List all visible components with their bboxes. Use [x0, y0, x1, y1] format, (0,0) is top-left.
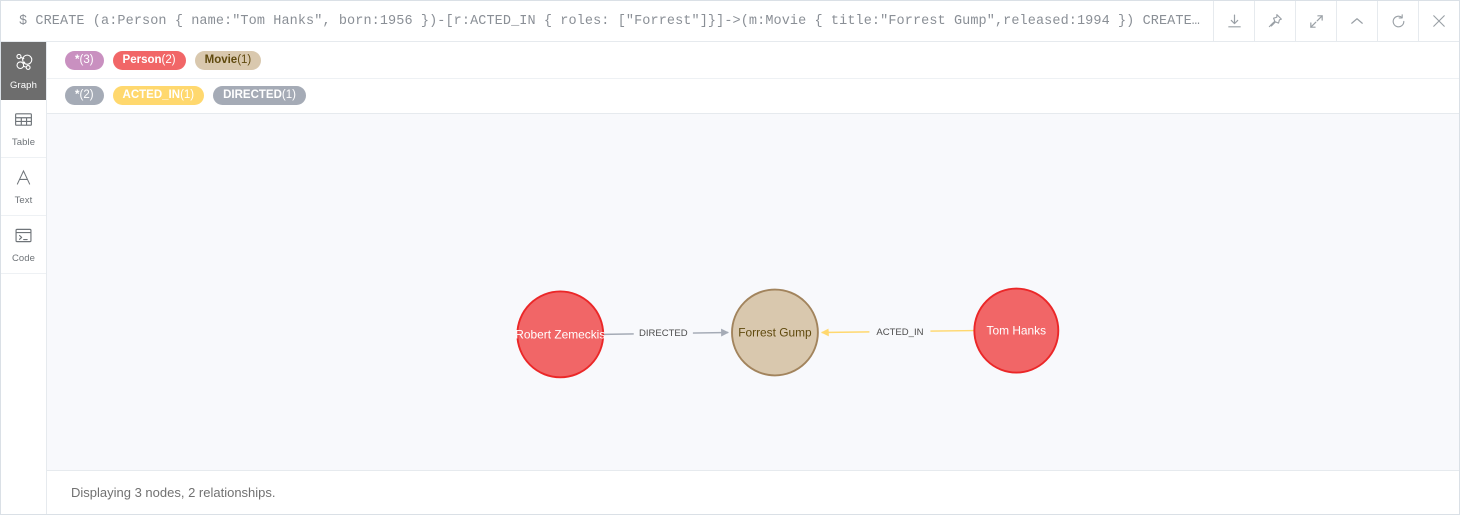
- chip-count: (2): [161, 54, 176, 66]
- node-label-row: * (3) Person (2) Movie (1): [47, 48, 1459, 73]
- download-button[interactable]: [1213, 1, 1254, 41]
- node-label-chip-movie[interactable]: Movie (1): [194, 51, 262, 71]
- sidebar-item-graph[interactable]: Graph: [1, 42, 46, 100]
- relationship-type-row: * (2) ACTED_IN (1) DIRECTED (1): [47, 78, 1459, 108]
- chip-count: (1): [180, 89, 195, 102]
- sidebar-item-label: Table: [11, 137, 36, 149]
- graph-legend: * (3) Person (2) Movie (1) * (2) ACTED_IN (1): [47, 42, 1459, 115]
- node-circle: [516, 290, 605, 379]
- rel-type-chip-directed[interactable]: DIRECTED (1): [213, 86, 306, 106]
- refresh-icon: [1390, 13, 1407, 30]
- chevron-up-icon: [1348, 12, 1366, 30]
- relationship-label-bg: [633, 325, 693, 341]
- graph-node-forrest-gump[interactable]: Forrest Gump: [731, 288, 819, 377]
- query-text: $ CREATE (a:Person { name:"Tom Hanks", b…: [19, 13, 1205, 29]
- chip-label: ACTED_IN: [122, 89, 181, 102]
- sidebar-item-label: Graph: [10, 79, 37, 91]
- result-toolbar: [1213, 1, 1459, 41]
- chip-count: (1): [281, 89, 296, 102]
- sidebar-item-label: Code: [11, 253, 36, 265]
- graph-status-bar: Displaying 3 nodes, 2 relationships.: [47, 470, 1459, 514]
- sidebar-item-table[interactable]: Table: [1, 100, 46, 158]
- chip-count: (2): [79, 89, 94, 102]
- status-text: Displaying 3 nodes, 2 relationships.: [71, 485, 276, 500]
- expand-icon: [1308, 13, 1325, 30]
- sidebar-item-code[interactable]: Code: [1, 216, 46, 274]
- chip-count: (1): [237, 54, 252, 66]
- result-body: Graph Table Text Code * (3) Person (2) M…: [1, 42, 1459, 514]
- expand-button[interactable]: [1295, 1, 1336, 41]
- text-icon: [13, 167, 34, 193]
- table-icon: [13, 109, 34, 135]
- refresh-button[interactable]: [1377, 1, 1418, 41]
- query-display[interactable]: $ CREATE (a:Person { name:"Tom Hanks", b…: [1, 1, 1213, 41]
- rel-type-chip-all[interactable]: * (2): [65, 86, 104, 106]
- node-circle: [731, 288, 819, 377]
- relationship-acted-in[interactable]: ACTED_IN: [820, 324, 975, 340]
- graph-view: * (3) Person (2) Movie (1) * (2) ACTED_IN (1): [47, 42, 1459, 514]
- graph-canvas[interactable]: DIRECTED ACTED_IN Robert Zemeckis Forres…: [47, 114, 1459, 470]
- download-icon: [1226, 13, 1243, 30]
- pin-button[interactable]: [1254, 1, 1295, 41]
- close-button[interactable]: [1418, 1, 1459, 41]
- chip-label: Person: [122, 54, 162, 66]
- relationship-label-bg: [869, 324, 931, 340]
- code-icon: [13, 225, 34, 251]
- chip-label: Movie: [204, 54, 238, 66]
- node-label-chip-all[interactable]: * (3): [65, 51, 104, 71]
- view-sidebar: Graph Table Text Code: [1, 42, 47, 514]
- node-label-chip-person[interactable]: Person (2): [112, 51, 186, 71]
- graph-node-tom-hanks[interactable]: Tom Hanks: [973, 287, 1060, 374]
- sidebar-item-text[interactable]: Text: [1, 158, 46, 216]
- chip-count: (3): [79, 54, 94, 66]
- sidebar-item-label: Text: [14, 195, 33, 207]
- node-circle: [973, 287, 1060, 374]
- collapse-button[interactable]: [1336, 1, 1377, 41]
- relationship-directed[interactable]: DIRECTED: [603, 325, 729, 341]
- graph-node-robert-zemeckis[interactable]: Robert Zemeckis: [515, 290, 605, 379]
- rel-type-chip-acted-in[interactable]: ACTED_IN (1): [112, 86, 205, 106]
- pin-icon: [1266, 12, 1284, 30]
- result-topbar: $ CREATE (a:Person { name:"Tom Hanks", b…: [1, 1, 1459, 42]
- graph-svg[interactable]: DIRECTED ACTED_IN Robert Zemeckis Forres…: [47, 114, 1459, 470]
- close-icon: [1430, 12, 1448, 30]
- query-result-frame: $ CREATE (a:Person { name:"Tom Hanks", b…: [0, 0, 1460, 515]
- graph-icon: [13, 51, 35, 78]
- chip-label: DIRECTED: [223, 89, 282, 102]
